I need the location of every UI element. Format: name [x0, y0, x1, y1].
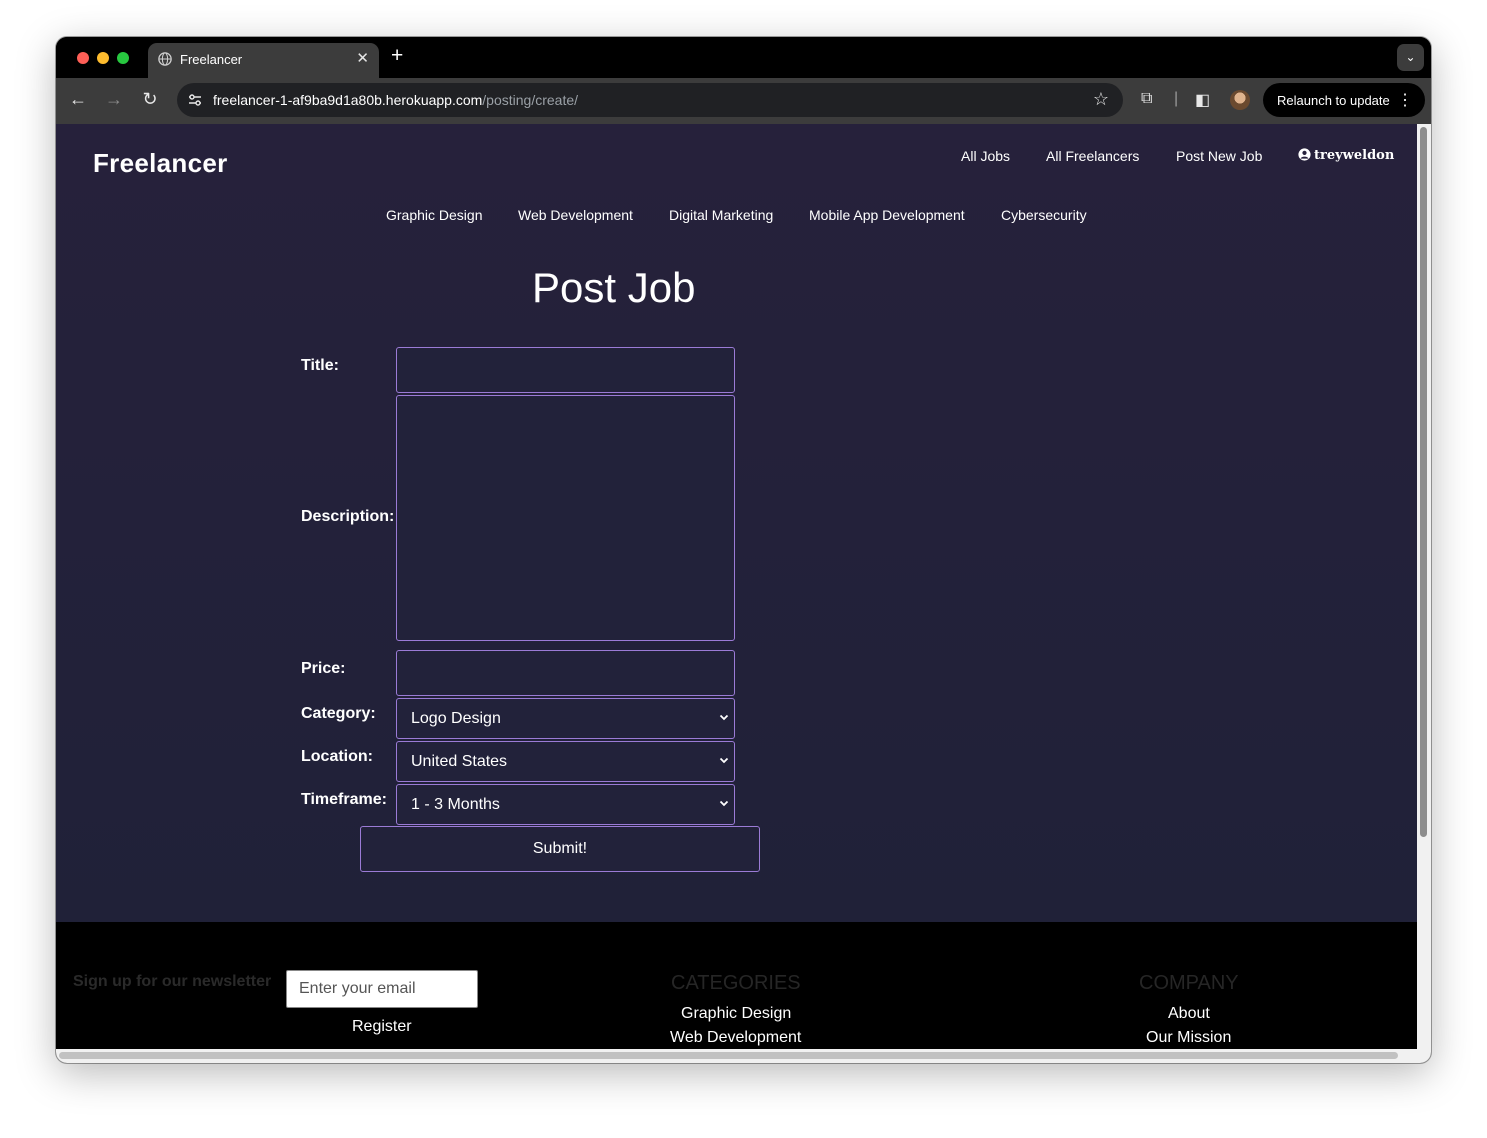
back-arrow-icon[interactable]: ←	[67, 89, 89, 110]
url-path: /posting/create/	[482, 92, 579, 108]
footer-company-heading: COMPANY	[1139, 972, 1239, 994]
tab-strip: Freelancer ✕ + ⌄	[56, 37, 1431, 78]
forward-arrow-icon[interactable]: →	[103, 89, 125, 110]
nav-all-jobs[interactable]: All Jobs	[961, 148, 1010, 164]
description-textarea[interactable]	[396, 395, 735, 641]
footer-link-our-mission[interactable]: Our Mission	[1146, 1029, 1231, 1047]
timeframe-select[interactable]: 1 - 3 Months	[396, 784, 735, 825]
username: treyweldon	[1314, 148, 1395, 163]
user-circle-icon	[1298, 148, 1311, 161]
category-select[interactable]: Logo Design	[396, 698, 735, 739]
category-cybersecurity[interactable]: Cybersecurity	[1001, 207, 1087, 223]
tab-close-icon[interactable]: ✕	[356, 49, 369, 67]
footer-link-graphic-design[interactable]: Graphic Design	[681, 1005, 791, 1023]
relaunch-label: Relaunch to update	[1277, 93, 1390, 108]
url-text: freelancer-1-af9ba9d1a80b.herokuapp.com/…	[213, 92, 578, 108]
chevron-down-icon	[719, 714, 729, 721]
url-host: freelancer-1-af9ba9d1a80b.herokuapp.com	[213, 92, 483, 108]
footer-link-about[interactable]: About	[1168, 1005, 1210, 1023]
footer-link-web-development[interactable]: Web Development	[670, 1029, 801, 1047]
price-label: Price:	[301, 660, 346, 677]
category-web-development[interactable]: Web Development	[518, 207, 633, 223]
title-input[interactable]	[396, 347, 735, 393]
new-tab-button[interactable]: +	[391, 44, 403, 68]
toolbar-divider: |	[1174, 90, 1179, 107]
horizontal-scrollbar[interactable]	[56, 1049, 1431, 1063]
chevron-down-icon	[719, 800, 729, 807]
globe-icon	[158, 52, 172, 66]
horizontal-scrollbar-thumb[interactable]	[59, 1052, 1398, 1059]
side-panel-icon[interactable]: ◧	[1195, 90, 1210, 110]
site-settings-icon[interactable]	[187, 92, 203, 108]
location-selected-value: United States	[411, 753, 508, 770]
extensions-puzzle-icon[interactable]: ⧉	[1141, 90, 1152, 108]
minimize-window-button[interactable]	[97, 52, 109, 64]
submit-button[interactable]: Submit!	[360, 826, 760, 872]
newsletter-label: Sign up for our newsletter	[73, 973, 272, 990]
vertical-scrollbar-thumb[interactable]	[1420, 127, 1427, 837]
location-label: Location:	[301, 748, 373, 765]
brand-logo[interactable]: Freelancer	[93, 148, 228, 179]
category-graphic-design[interactable]: Graphic Design	[386, 207, 483, 223]
tab-search-chevron-icon[interactable]: ⌄	[1397, 44, 1424, 71]
location-select[interactable]: United States	[396, 741, 735, 782]
timeframe-label: Timeframe:	[301, 791, 387, 808]
price-input[interactable]	[396, 650, 735, 696]
bookmark-star-icon[interactable]: ☆	[1093, 89, 1109, 110]
title-label: Title:	[301, 357, 339, 374]
category-digital-marketing[interactable]: Digital Marketing	[669, 207, 773, 223]
description-label: Description:	[301, 508, 395, 525]
tab-title: Freelancer	[180, 52, 243, 67]
newsletter-email-input[interactable]	[286, 970, 478, 1008]
nav-post-new-job[interactable]: Post New Job	[1176, 148, 1262, 164]
category-selected-value: Logo Design	[411, 710, 501, 727]
site-footer: Sign up for our newsletter Register CATE…	[56, 922, 1417, 1049]
chevron-down-icon	[719, 757, 729, 764]
timeframe-selected-value: 1 - 3 Months	[411, 796, 500, 813]
browser-window: Freelancer ✕ + ⌄ ← → ↻ freelancer-1-af9b…	[56, 37, 1431, 1063]
category-mobile-app-development[interactable]: Mobile App Development	[809, 207, 965, 223]
vertical-scrollbar[interactable]	[1417, 124, 1431, 1049]
footer-categories-heading: CATEGORIES	[671, 972, 801, 994]
close-window-button[interactable]	[77, 52, 89, 64]
page-main: Freelancer All Jobs All Freelancers Post…	[56, 124, 1417, 922]
relaunch-button[interactable]: Relaunch to update ⋮	[1263, 83, 1425, 117]
nav-all-freelancers[interactable]: All Freelancers	[1046, 148, 1139, 164]
browser-tab[interactable]: Freelancer ✕	[148, 43, 379, 78]
page-title: Post Job	[532, 264, 696, 311]
register-button[interactable]: Register	[352, 1018, 412, 1036]
category-label: Category:	[301, 705, 376, 722]
reload-icon[interactable]: ↻	[139, 89, 161, 110]
maximize-window-button[interactable]	[117, 52, 129, 64]
browser-toolbar: ← → ↻ freelancer-1-af9ba9d1a80b.herokuap…	[56, 78, 1431, 124]
address-bar[interactable]: freelancer-1-af9ba9d1a80b.herokuapp.com/…	[177, 83, 1123, 117]
user-menu[interactable]: treyweldon	[1298, 148, 1394, 163]
more-vert-icon[interactable]: ⋮	[1397, 90, 1413, 110]
profile-avatar-icon[interactable]	[1230, 90, 1250, 110]
page-viewport: Freelancer All Jobs All Freelancers Post…	[56, 124, 1417, 1049]
